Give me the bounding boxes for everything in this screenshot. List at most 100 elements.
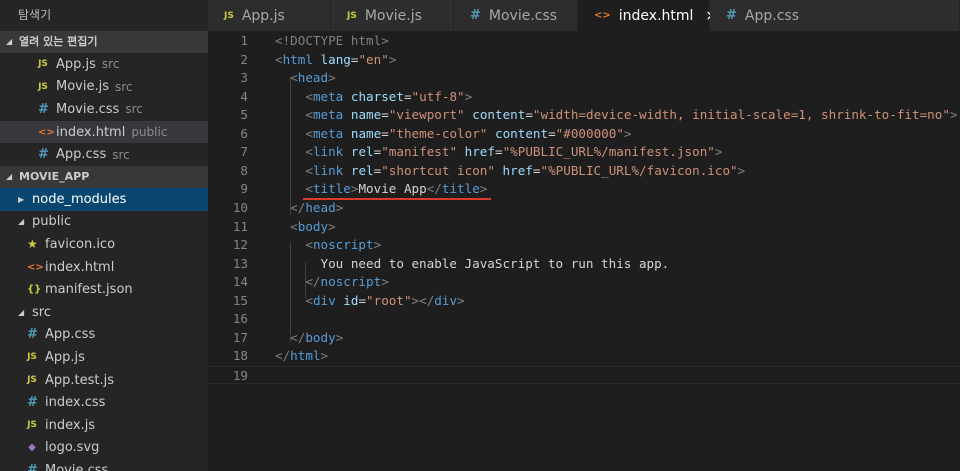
code-text: <title>Movie App</title> <box>275 180 487 199</box>
file-name: App.js <box>56 56 96 72</box>
file-item[interactable]: # App.css <box>0 324 208 347</box>
file-item[interactable]: ◆ logo.svg <box>0 437 208 460</box>
code-line[interactable]: 14 </noscript> <box>208 273 960 292</box>
open-editor-item[interactable]: JS Movie.js src <box>0 76 208 99</box>
folder-node-modules[interactable]: ▶ node_modules <box>0 187 208 211</box>
code-token: "viewport" <box>388 107 465 123</box>
code-token: id <box>343 292 359 308</box>
code-line[interactable]: 5 <meta name="viewport" content="width=d… <box>208 106 960 125</box>
code-token: > <box>464 88 473 104</box>
code-line[interactable]: 8 <link rel="shortcut icon" href="%PUBLI… <box>208 162 960 181</box>
project-header[interactable]: ◢ MOVIE_APP <box>0 165 208 188</box>
code-line[interactable]: 16 <box>208 310 960 329</box>
code-editor[interactable]: 1 <!DOCTYPE html> 2 <html lang="en"> 3 <head… <box>208 31 960 471</box>
line-number: 7 <box>240 144 248 160</box>
code-text: </html> <box>275 347 328 366</box>
code-line[interactable]: 9 <title>Movie App</title> <box>208 180 960 199</box>
code-token: "utf-8" <box>411 88 465 104</box>
tab-app-js[interactable]: JS App.js <box>208 0 331 31</box>
tab-index-html[interactable]: <> index.html × <box>578 0 717 31</box>
code-token: "manifest" <box>381 144 458 160</box>
code-line[interactable]: 1 <!DOCTYPE html> <box>208 32 960 51</box>
file-item[interactable]: JS index.js <box>0 414 208 437</box>
code-token: = <box>525 107 533 123</box>
tab-label: Movie.js <box>364 7 422 24</box>
code-token: > <box>949 107 958 123</box>
open-editor-item-active[interactable]: <> index.html public <box>0 120 208 144</box>
code-token: div <box>312 292 336 308</box>
folder-public[interactable]: ◢ public <box>0 211 208 234</box>
line-number: 5 <box>240 107 248 123</box>
code-token: < <box>290 218 298 234</box>
file-item[interactable]: JS App.js <box>0 346 208 369</box>
folder-src[interactable]: ◢ src <box>0 301 208 324</box>
css-file-icon: # <box>726 8 737 23</box>
line-number: 14 <box>232 274 248 290</box>
code-line[interactable]: 13 You need to enable JavaScript to run … <box>208 255 960 274</box>
tab-app-css[interactable]: # App.css <box>710 0 960 31</box>
line-number: 18 <box>232 348 248 364</box>
code-token: < <box>305 181 313 197</box>
chevron-down-icon: ◢ <box>18 307 25 317</box>
code-line[interactable]: 4 <meta charset="utf-8"> <box>208 88 960 107</box>
code-line[interactable]: 18 </html> <box>208 347 960 366</box>
code-text: </body> <box>275 329 343 348</box>
code-text: <html lang="en"> <box>275 51 396 70</box>
javascript-file-icon: JS <box>27 352 37 363</box>
file-item[interactable]: ★ favicon.ico <box>0 233 208 256</box>
open-editor-item[interactable]: JS App.js src <box>0 53 208 76</box>
explorer-title: 탐색기 <box>18 8 52 22</box>
file-item[interactable]: {} manifest.json <box>0 278 208 301</box>
css-file-icon: # <box>27 395 38 411</box>
line-number: 12 <box>232 237 248 253</box>
code-token: html <box>282 51 313 67</box>
code-token: "#000000" <box>555 125 624 141</box>
code-line[interactable]: 11 <body> <box>208 218 960 237</box>
file-item[interactable]: # index.css <box>0 391 208 414</box>
code-line[interactable]: 12 <noscript> <box>208 236 960 255</box>
file-item[interactable]: JS App.test.js <box>0 369 208 392</box>
file-item[interactable]: # Movie.css <box>0 459 208 471</box>
code-token: meta <box>312 125 344 141</box>
code-token: content <box>472 107 526 123</box>
line-number: 1 <box>240 33 248 48</box>
file-name: App.css <box>45 327 96 343</box>
code-token: </ <box>290 199 306 215</box>
open-editor-item[interactable]: # App.css src <box>0 143 208 166</box>
code-line[interactable]: 2 <html lang="en"> <box>208 51 960 70</box>
code-token: < <box>305 107 313 123</box>
tab-movie-js[interactable]: JS Movie.js <box>331 0 454 31</box>
code-text: <link rel="shortcut icon" href="%PUBLIC_… <box>275 162 745 181</box>
code-line[interactable]: 7 <link rel="manifest" href="%PUBLIC_URL… <box>208 143 960 162</box>
code-token: > <box>381 274 389 290</box>
code-line[interactable]: 15 <div id="root"></div> <box>208 292 960 311</box>
line-number: 4 <box>240 88 248 104</box>
code-token: = <box>548 125 556 141</box>
code-line[interactable]: 3 <head> <box>208 69 960 88</box>
code-line[interactable]: 19 <box>208 365 960 385</box>
javascript-file-icon: JS <box>38 81 48 92</box>
code-line[interactable]: 10 </head> <box>208 199 960 218</box>
code-text: You need to enable JavaScript to run thi… <box>275 255 669 274</box>
code-token: lang <box>320 51 351 67</box>
open-editors-header[interactable]: ◢ 열려 있는 편집기 <box>0 31 208 53</box>
code-line[interactable]: 17 </body> <box>208 329 960 348</box>
code-line[interactable]: 6 <meta name="theme-color" content="#000… <box>208 125 960 144</box>
file-item[interactable]: <> index.html <box>0 256 208 279</box>
file-folder: src <box>125 102 143 117</box>
code-text: </noscript> <box>275 273 389 292</box>
code-text: <meta name="theme-color" content="#00000… <box>275 125 631 144</box>
code-text: <div id="root"></div> <box>275 292 464 311</box>
tab-movie-css[interactable]: # Movie.css <box>454 0 578 31</box>
css-file-icon: # <box>27 462 38 471</box>
open-editor-item[interactable]: # Movie.css src <box>0 98 208 121</box>
code-token: > <box>328 218 336 234</box>
